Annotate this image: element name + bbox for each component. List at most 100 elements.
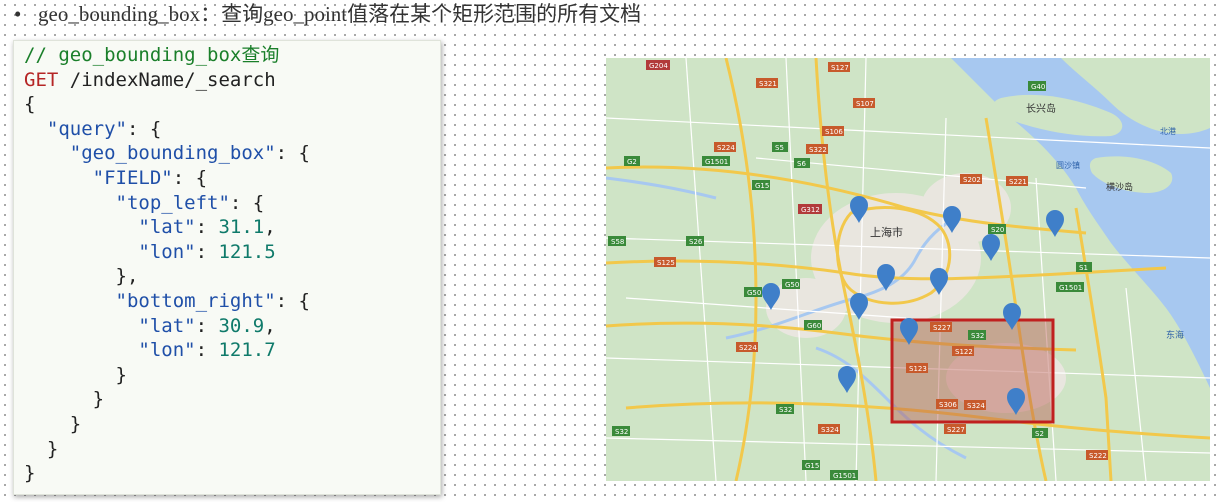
road-shield-s58: S58 (608, 236, 626, 246)
json-key-geo-bounding-box: "geo_bounding_box" (69, 142, 276, 165)
top-left-lat-value: 31.1 (218, 216, 265, 239)
svg-text:G1501: G1501 (705, 158, 728, 166)
road-shield-s322: S322 (806, 144, 828, 154)
svg-text:G15: G15 (755, 182, 769, 190)
yuansha-label: 圆沙镇 (1056, 160, 1080, 170)
svg-text:S224: S224 (717, 144, 735, 152)
code-block: // geo_bounding_box查询 GET /indexName/_se… (13, 40, 441, 495)
road-shield-g50b: G50 (782, 279, 800, 289)
road-shield-s221: S221 (1006, 176, 1028, 186)
json-key-lon: "lon" (138, 240, 196, 263)
road-shield-g312: G312 (798, 204, 822, 214)
road-shield-s106: S106 (822, 126, 844, 136)
road-shield-s224b: S224 (736, 342, 758, 352)
bottom-right-lat-value: 30.9 (218, 314, 265, 337)
request-path: /indexName/_search (58, 68, 276, 91)
svg-text:S222: S222 (1089, 452, 1107, 460)
hengsha-label: 横沙岛 (1106, 181, 1133, 193)
svg-text:S221: S221 (1009, 178, 1027, 186)
road-shield-s324b: S324 (818, 424, 840, 434)
road-shield-s227: S227 (930, 322, 952, 332)
road-shield-g204: G204 (646, 60, 670, 70)
svg-text:S6: S6 (797, 160, 806, 168)
road-shield-s324: S324 (964, 400, 986, 410)
svg-text:G1501: G1501 (833, 472, 856, 480)
map-image: G204 S127 S321 G40 S107 S106 S224 S5 S32… (606, 58, 1210, 481)
svg-text:G50: G50 (747, 289, 761, 297)
road-shield-s26: S26 (686, 236, 704, 246)
svg-text:G60: G60 (807, 322, 821, 330)
road-shield-g1501b: G1501 (1056, 282, 1084, 292)
bottom-right-lon-value: 121.7 (218, 339, 276, 362)
road-shield-s2: S2 (1032, 428, 1048, 438)
road-shield-s127: S127 (828, 62, 850, 72)
city-label: 上海市 (870, 225, 903, 239)
road-shield-s122: S122 (952, 346, 974, 356)
svg-text:S32: S32 (779, 406, 792, 414)
svg-text:S306: S306 (939, 401, 957, 409)
road-shield-s20: S20 (988, 224, 1006, 234)
svg-text:S2: S2 (1035, 430, 1044, 438)
road-shield-s224: S224 (714, 142, 736, 152)
road-shield-s107: S107 (853, 98, 875, 108)
json-key-lat: "lat" (138, 216, 196, 239)
road-shield-s32: S32 (776, 404, 794, 414)
svg-text:S107: S107 (856, 100, 874, 108)
svg-text:G15: G15 (805, 462, 819, 470)
road-shield-s5: S5 (772, 142, 788, 152)
svg-text:S324: S324 (821, 426, 839, 434)
road-shield-g2: G2 (624, 156, 640, 166)
island-label: 长兴岛 (1026, 102, 1056, 115)
svg-text:S20: S20 (991, 226, 1004, 234)
json-key-query: "query" (46, 117, 127, 140)
road-shield-s202: S202 (960, 174, 982, 184)
road-shield-s6: S6 (794, 158, 810, 168)
svg-text:S127: S127 (831, 64, 849, 72)
bounding-box: S227 S32 S122 S123 S306 S324 S227 (890, 318, 1055, 434)
svg-text:S322: S322 (809, 146, 827, 154)
road-shield-s1: S1 (1076, 262, 1092, 272)
svg-text:S26: S26 (689, 238, 703, 246)
road-shield-s32-box: S32 (968, 330, 986, 340)
road-shield-s32c: S32 (612, 426, 630, 436)
svg-text:G2: G2 (627, 158, 637, 166)
svg-text:S123: S123 (909, 365, 927, 373)
svg-text:S324: S324 (967, 402, 985, 410)
svg-text:S321: S321 (759, 80, 777, 88)
code-text: // geo_bounding_box查询 GET /indexName/_se… (24, 44, 310, 485)
top-left-lon-value: 121.5 (218, 240, 276, 263)
svg-text:S227: S227 (947, 426, 965, 434)
map-svg: G204 S127 S321 G40 S107 S106 S224 S5 S32… (606, 58, 1210, 481)
svg-text:G40: G40 (1031, 83, 1045, 91)
json-key-lon: "lon" (138, 339, 196, 362)
svg-text:S202: S202 (963, 176, 981, 184)
road-shield-g15b: G15 (802, 460, 820, 470)
json-key-top-left: "top_left" (115, 191, 230, 214)
road-shield-g40: G40 (1028, 81, 1046, 91)
brace: { (24, 93, 36, 116)
road-shield-g1501a: G1501 (702, 156, 730, 166)
svg-text:G50: G50 (785, 281, 799, 289)
road-shield-s125: S125 (654, 257, 676, 267)
http-method: GET (24, 68, 59, 91)
road-shield-s227b: S227 (944, 424, 966, 434)
road-shield-s222: S222 (1086, 450, 1108, 460)
json-key-bottom-right: "bottom_right" (115, 289, 276, 312)
json-key-lat: "lat" (138, 314, 196, 337)
svg-text:G312: G312 (801, 206, 820, 214)
bullet-symbol: • (14, 2, 22, 26)
svg-text:S1: S1 (1079, 264, 1088, 272)
svg-text:S122: S122 (955, 348, 973, 356)
svg-text:G204: G204 (649, 62, 668, 70)
road-shield-s306: S306 (936, 399, 958, 409)
bullet-text: geo_bounding_box：查询geo_point值落在某个矩形范围的所有… (38, 2, 642, 26)
road-shield-g1501c: G1501 (830, 470, 858, 480)
svg-text:S58: S58 (611, 238, 624, 246)
road-shield-g60: G60 (804, 320, 822, 330)
svg-text:S32: S32 (615, 428, 628, 436)
bullet-item: • geo_bounding_box：查询geo_point值落在某个矩形范围的所… (14, 0, 641, 28)
svg-text:S32: S32 (971, 332, 984, 340)
road-shield-g50: G50 (744, 287, 762, 297)
north-port-label: 北港 (1160, 126, 1176, 136)
svg-text:S5: S5 (775, 144, 784, 152)
